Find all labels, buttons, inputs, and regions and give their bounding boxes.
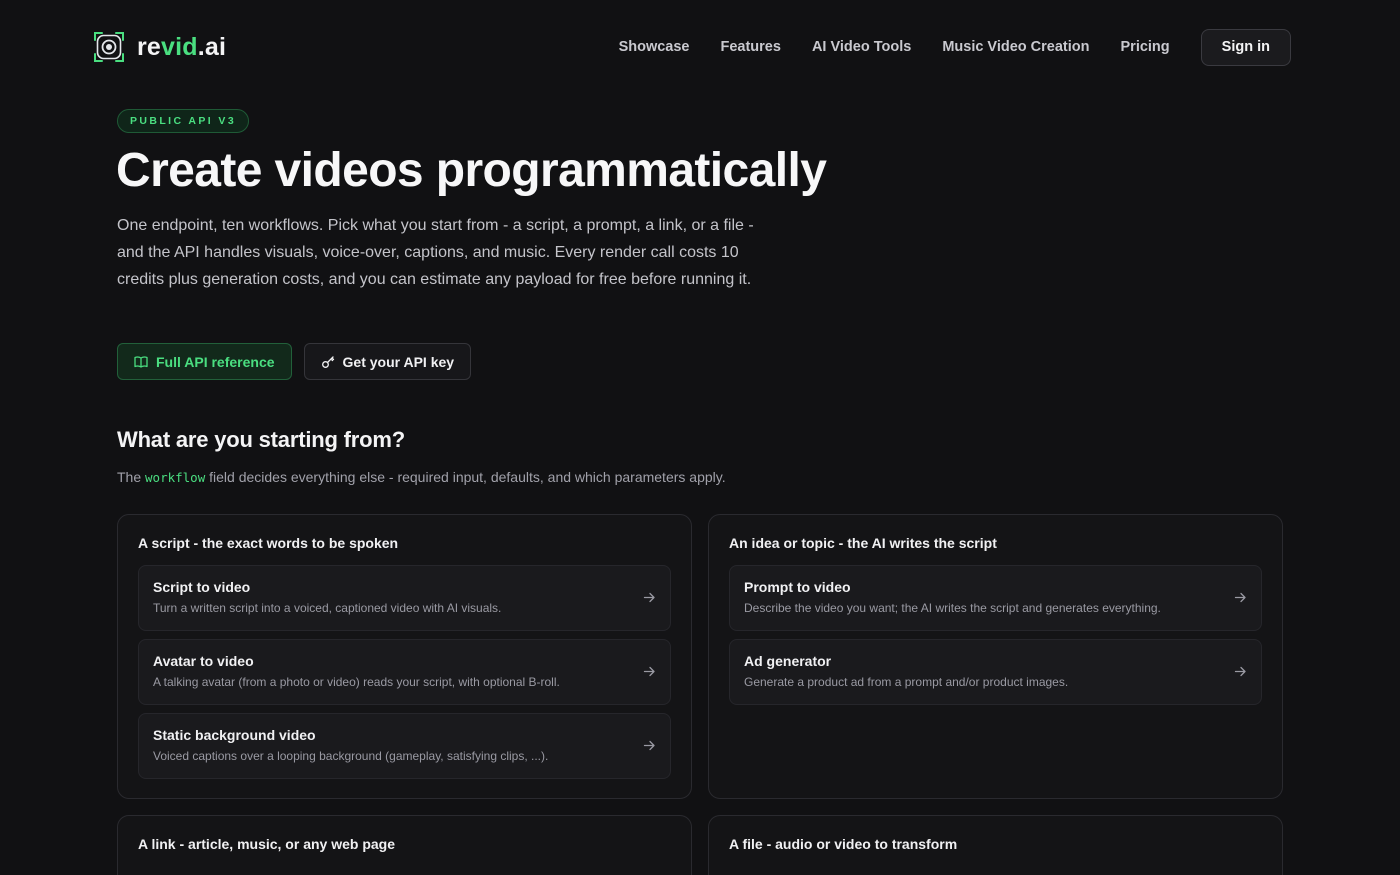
book-icon [134,355,148,369]
api-version-badge: PUBLIC API V3 [117,109,250,133]
arrow-right-icon [643,666,655,677]
workflow-static-background-video[interactable]: Static background video Voiced captions … [138,713,671,779]
workflow-name: Avatar to video [153,653,254,669]
workflow-ad-generator[interactable]: Ad generator Generate a product ad from … [729,639,1262,705]
section-subtitle: The workflow field decides everything el… [117,469,726,485]
arrow-right-icon [643,740,655,751]
group-title: A file - audio or video to transform [729,836,958,852]
page: revid.ai Showcase Features AI Video Tool… [0,0,1400,875]
workflow-name: Ad generator [744,653,832,669]
workflow-description: A talking avatar (from a photo or video)… [153,675,560,689]
hero-actions: Full API reference Get your API key [117,343,472,380]
group-title: An idea or topic - the AI writes the scr… [729,535,997,551]
workflow-group-idea: An idea or topic - the AI writes the scr… [708,514,1283,799]
workflow-group-link: A link - article, music, or any web page [117,815,692,875]
nav-pricing[interactable]: Pricing [1121,39,1170,55]
workflow-group-script: A script - the exact words to be spoken … [117,514,692,799]
workflow-prompt-to-video[interactable]: Prompt to video Describe the video you w… [729,565,1262,631]
page-title: Create videos programmatically [116,144,827,197]
arrow-right-icon [1234,592,1246,603]
workflow-avatar-to-video[interactable]: Avatar to video A talking avatar (from a… [138,639,671,705]
workflow-code: workflow [145,470,206,485]
workflow-script-to-video[interactable]: Script to video Turn a written script in… [138,565,671,631]
workflow-name: Prompt to video [744,579,851,595]
get-api-key-button[interactable]: Get your API key [303,343,472,380]
arrow-right-icon [1234,666,1246,677]
workflow-description: Describe the video you want; the AI writ… [744,601,1161,615]
get-api-key-label: Get your API key [342,353,455,370]
brand-name: revid.ai [137,32,227,61]
nav-features[interactable]: Features [720,39,780,55]
nav-music-video-creation[interactable]: Music Video Creation [942,39,1089,55]
full-api-reference-button[interactable]: Full API reference [117,343,292,380]
workflow-description: Generate a product ad from a prompt and/… [744,675,1069,689]
nav-ai-video-tools[interactable]: AI Video Tools [812,39,911,55]
group-title: A script - the exact words to be spoken [138,535,399,551]
workflow-name: Static background video [153,727,316,743]
full-api-reference-label: Full API reference [156,353,275,370]
section-title: What are you starting from? [117,427,405,452]
hero-description: One endpoint, ten workflows. Pick what y… [117,217,754,288]
workflow-name: Script to video [153,579,251,595]
main-nav: Showcase Features AI Video Tools Music V… [619,28,1291,66]
key-icon [321,355,335,369]
sign-in-button[interactable]: Sign in [1200,28,1291,66]
top-navigation: revid.ai Showcase Features AI Video Tool… [0,0,1400,94]
workflow-group-file: A file - audio or video to transform [708,815,1283,875]
brand-logo[interactable]: revid.ai [92,30,226,64]
workflow-description: Voiced captions over a looping backgroun… [153,749,549,763]
camera-lens-icon [92,30,126,64]
workflow-description: Turn a written script into a voiced, cap… [153,601,502,615]
arrow-right-icon [643,592,655,603]
nav-showcase[interactable]: Showcase [619,39,690,55]
group-title: A link - article, music, or any web page [138,836,396,852]
